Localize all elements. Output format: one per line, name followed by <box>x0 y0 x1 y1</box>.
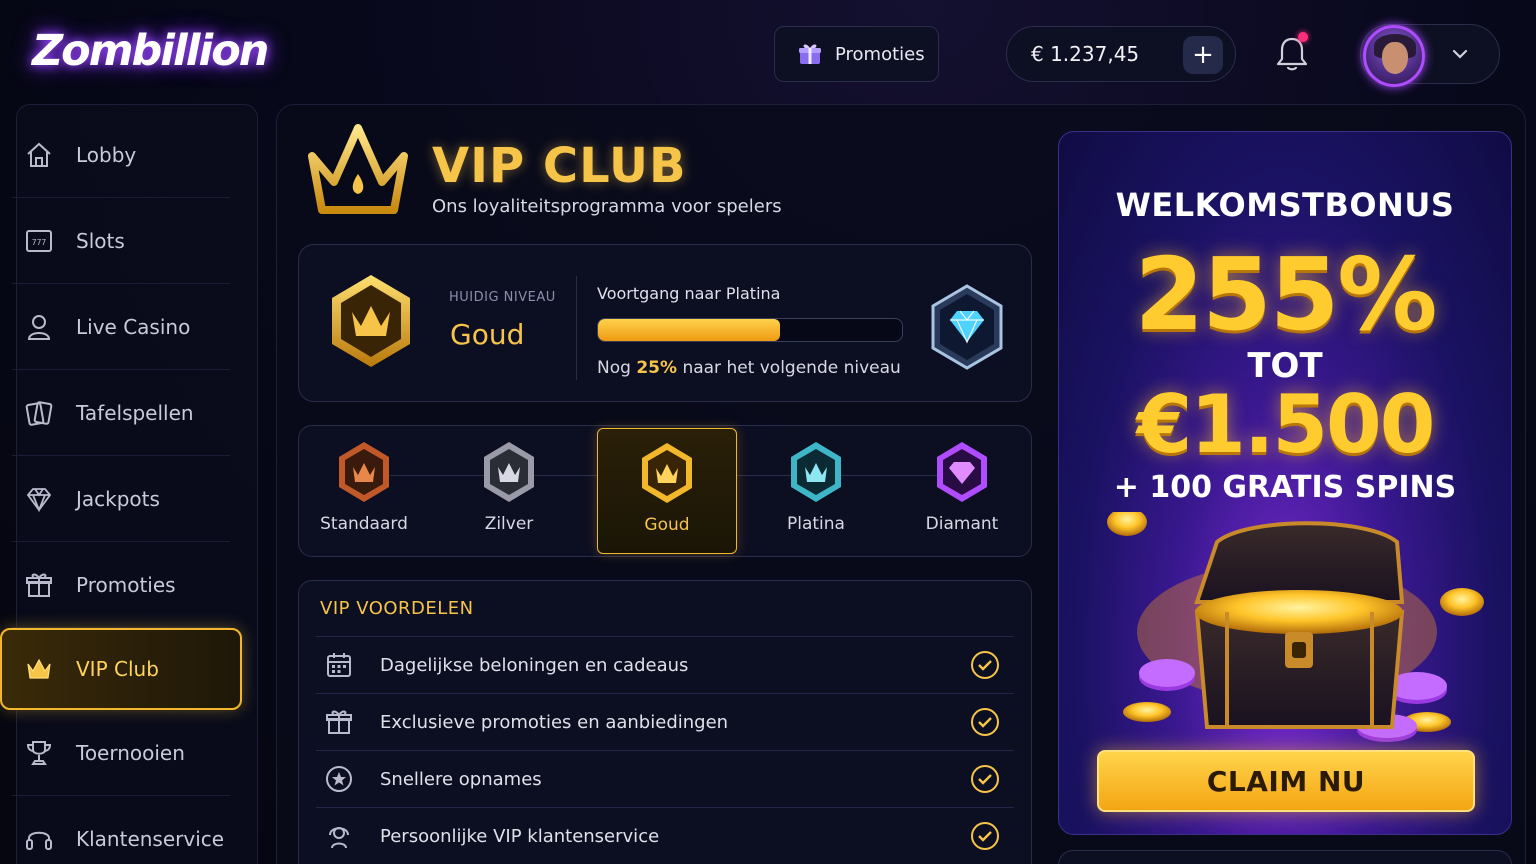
secondary-promo-card <box>1058 850 1512 864</box>
tier-label: Platina <box>787 514 845 534</box>
balance-amount: € 1.237,45 <box>1031 42 1140 66</box>
tier-label: Diamant <box>925 514 999 534</box>
home-icon <box>27 142 51 167</box>
crown-icon <box>27 658 51 679</box>
tier-diamant[interactable]: Diamant <box>892 440 1032 534</box>
benefit-label: Persoonlijke VIP klantenservice <box>380 825 660 847</box>
sidebar-item-slots[interactable]: 777 Slots <box>12 198 230 284</box>
calendar-icon <box>327 653 351 677</box>
welcome-bonus-banner[interactable]: WELKOMSTBONUS 255% TOT €1.500 + 100 GRAT… <box>1058 131 1512 835</box>
sidebar-item-label: Live Casino <box>76 314 191 339</box>
page-title: VIP CLUB <box>432 138 687 194</box>
bronze-tier-icon <box>339 442 389 502</box>
sidebar-item-toernooien[interactable]: Toernooien <box>12 710 230 796</box>
gift-icon <box>26 573 52 597</box>
divider <box>576 276 577 380</box>
balance-display[interactable]: € 1.237,45 + <box>1006 26 1236 82</box>
current-level-value: Goud <box>450 318 525 351</box>
silver-tier-icon <box>484 442 534 502</box>
tier-zilver[interactable]: Zilver <box>439 440 579 534</box>
crown-icon <box>308 124 408 214</box>
notifications-button[interactable] <box>1274 32 1310 74</box>
star-badge-icon <box>326 766 352 792</box>
progress-note: Nog 25% naar het volgende niveau <box>597 358 901 378</box>
sidebar-item-label: Toernooien <box>76 740 185 765</box>
sidebar-item-live-casino[interactable]: Live Casino <box>12 284 230 370</box>
tier-label: Zilver <box>484 514 534 534</box>
benefit-row: Dagelijkse beloningen en cadeaus <box>316 636 1014 693</box>
tier-platina[interactable]: Platina <box>746 440 886 534</box>
add-funds-button[interactable]: + <box>1183 36 1223 74</box>
check-icon <box>971 651 999 679</box>
sidebar-item-klantenservice[interactable]: Klantenservice <box>12 796 230 864</box>
diamond-tier-icon <box>937 442 987 502</box>
gift-icon <box>799 44 821 64</box>
promo-heading: WELKOMSTBONUS <box>1115 186 1455 224</box>
header-promotions-label: Promoties <box>835 43 925 65</box>
sidebar-item-label: Tafelspellen <box>76 400 194 425</box>
dealer-icon <box>27 314 51 340</box>
svg-text:777: 777 <box>32 238 47 247</box>
progress-label: Voortgang naar Platina <box>597 284 781 303</box>
benefits-title: VIP VOORDELEN <box>320 598 474 619</box>
tier-goud[interactable]: Goud <box>597 428 737 554</box>
chevron-down-icon[interactable] <box>1449 43 1471 65</box>
platinum-tier-icon <box>791 442 841 502</box>
headset-icon <box>26 831 52 850</box>
sidebar-item-lobby[interactable]: Lobby <box>12 112 230 198</box>
benefit-row: Exclusieve promoties en aanbiedingen <box>316 693 1014 750</box>
headset-icon <box>329 827 349 849</box>
slot-machine-icon: 777 <box>26 229 52 252</box>
progress-bar <box>597 318 903 342</box>
tier-label: Standaard <box>320 514 408 534</box>
benefit-label: Exclusieve promoties en aanbiedingen <box>380 711 729 733</box>
progress-note-percent: 25% <box>636 358 678 378</box>
gift-icon <box>326 710 352 734</box>
notification-dot <box>1298 32 1308 42</box>
sidebar-item-tafelspellen[interactable]: Tafelspellen <box>12 370 230 456</box>
treasure-chest-illustration <box>1107 512 1484 742</box>
benefit-label: Snellere opnames <box>380 768 542 790</box>
progress-fill <box>598 319 781 341</box>
benefit-row: Persoonlijke VIP klantenservice <box>316 807 1014 864</box>
header-promotions-button[interactable]: Promoties <box>774 26 939 82</box>
page-subtitle: Ons loyaliteitsprogramma voor spelers <box>432 196 782 217</box>
gold-tier-icon <box>642 443 692 503</box>
gold-level-badge-icon <box>332 275 410 367</box>
claim-now-button[interactable]: CLAIM NU <box>1097 750 1475 812</box>
diamond-icon <box>26 487 52 512</box>
promo-amount: €1.500 <box>1136 378 1436 471</box>
user-menu[interactable] <box>1360 24 1500 87</box>
check-icon <box>971 765 999 793</box>
sidebar-item-promoties[interactable]: Promoties <box>12 542 230 628</box>
check-icon <box>971 822 999 850</box>
sidebar-item-vip-club[interactable]: VIP Club <box>0 628 242 710</box>
benefit-row: Snellere opnames <box>316 750 1014 807</box>
current-level-label: HUIDIG NIVEAU <box>449 290 556 305</box>
benefit-label: Dagelijkse beloningen en cadeaus <box>380 654 689 676</box>
sidebar-item-label: VIP Club <box>76 657 159 681</box>
trophy-icon <box>26 740 52 765</box>
avatar[interactable] <box>1363 25 1425 87</box>
sidebar-item-label: Promoties <box>76 572 176 597</box>
sidebar-item-label: Klantenservice <box>76 827 225 851</box>
sidebar-item-label: Slots <box>76 228 125 253</box>
platinum-diamond-badge-icon <box>931 284 1003 370</box>
sidebar-item-jackpots[interactable]: Jackpots <box>12 456 230 542</box>
logo[interactable]: Zombillion <box>32 26 269 76</box>
promo-percent: 255% <box>1134 236 1438 353</box>
tier-standaard[interactable]: Standaard <box>294 440 434 534</box>
sidebar-item-label: Lobby <box>76 142 137 167</box>
check-icon <box>971 708 999 736</box>
promo-spins: + 100 GRATIS SPINS <box>1113 470 1457 505</box>
sidebar-item-label: Jackpots <box>76 486 160 511</box>
cards-icon <box>25 400 53 426</box>
tier-label: Goud <box>644 515 690 535</box>
